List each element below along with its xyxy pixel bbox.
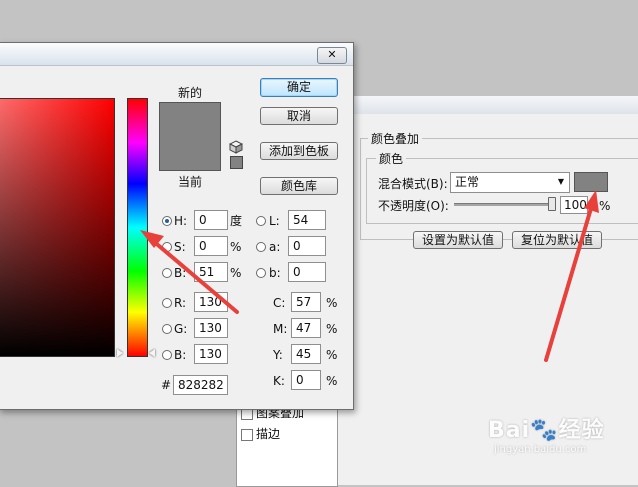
paw-icon: 🐾 [530,418,559,443]
arrow-to-overlay-swatch [544,190,599,362]
watermark-brand2: 经验 [558,418,605,443]
arrow-to-hue-slider [140,230,239,314]
baidu-watermark: Bai🐾经验 jingyan.baidu.com [488,412,638,472]
watermark-brand: Bai [488,418,531,443]
watermark-url: jingyan.baidu.com [494,444,587,455]
